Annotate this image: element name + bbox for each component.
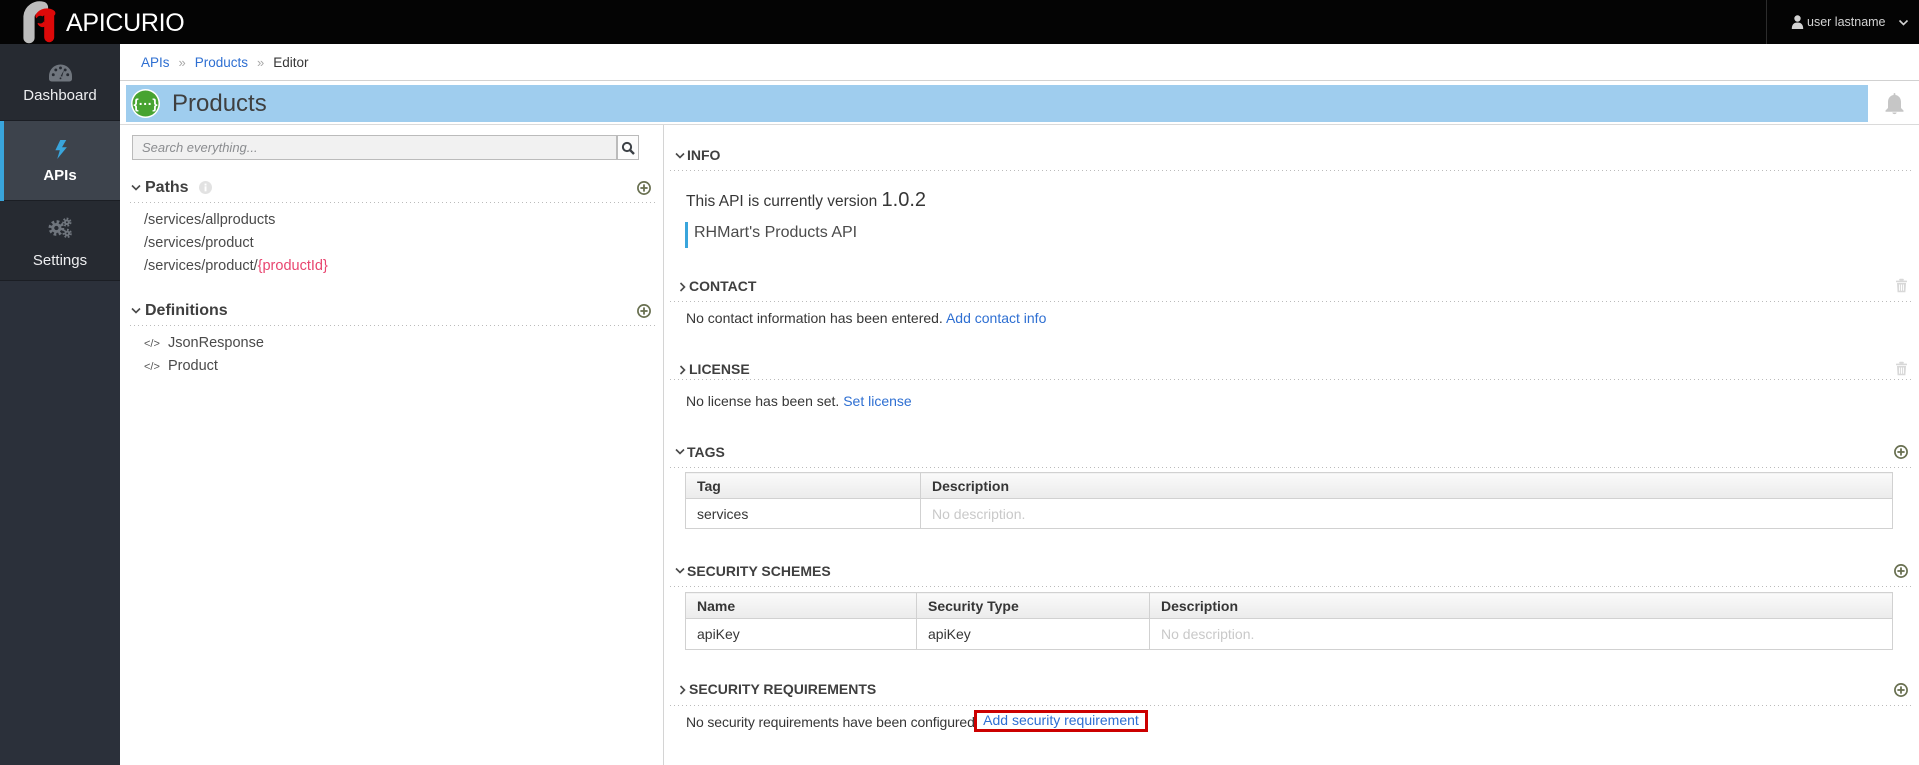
svg-text:{···}: {···} [134,96,159,111]
